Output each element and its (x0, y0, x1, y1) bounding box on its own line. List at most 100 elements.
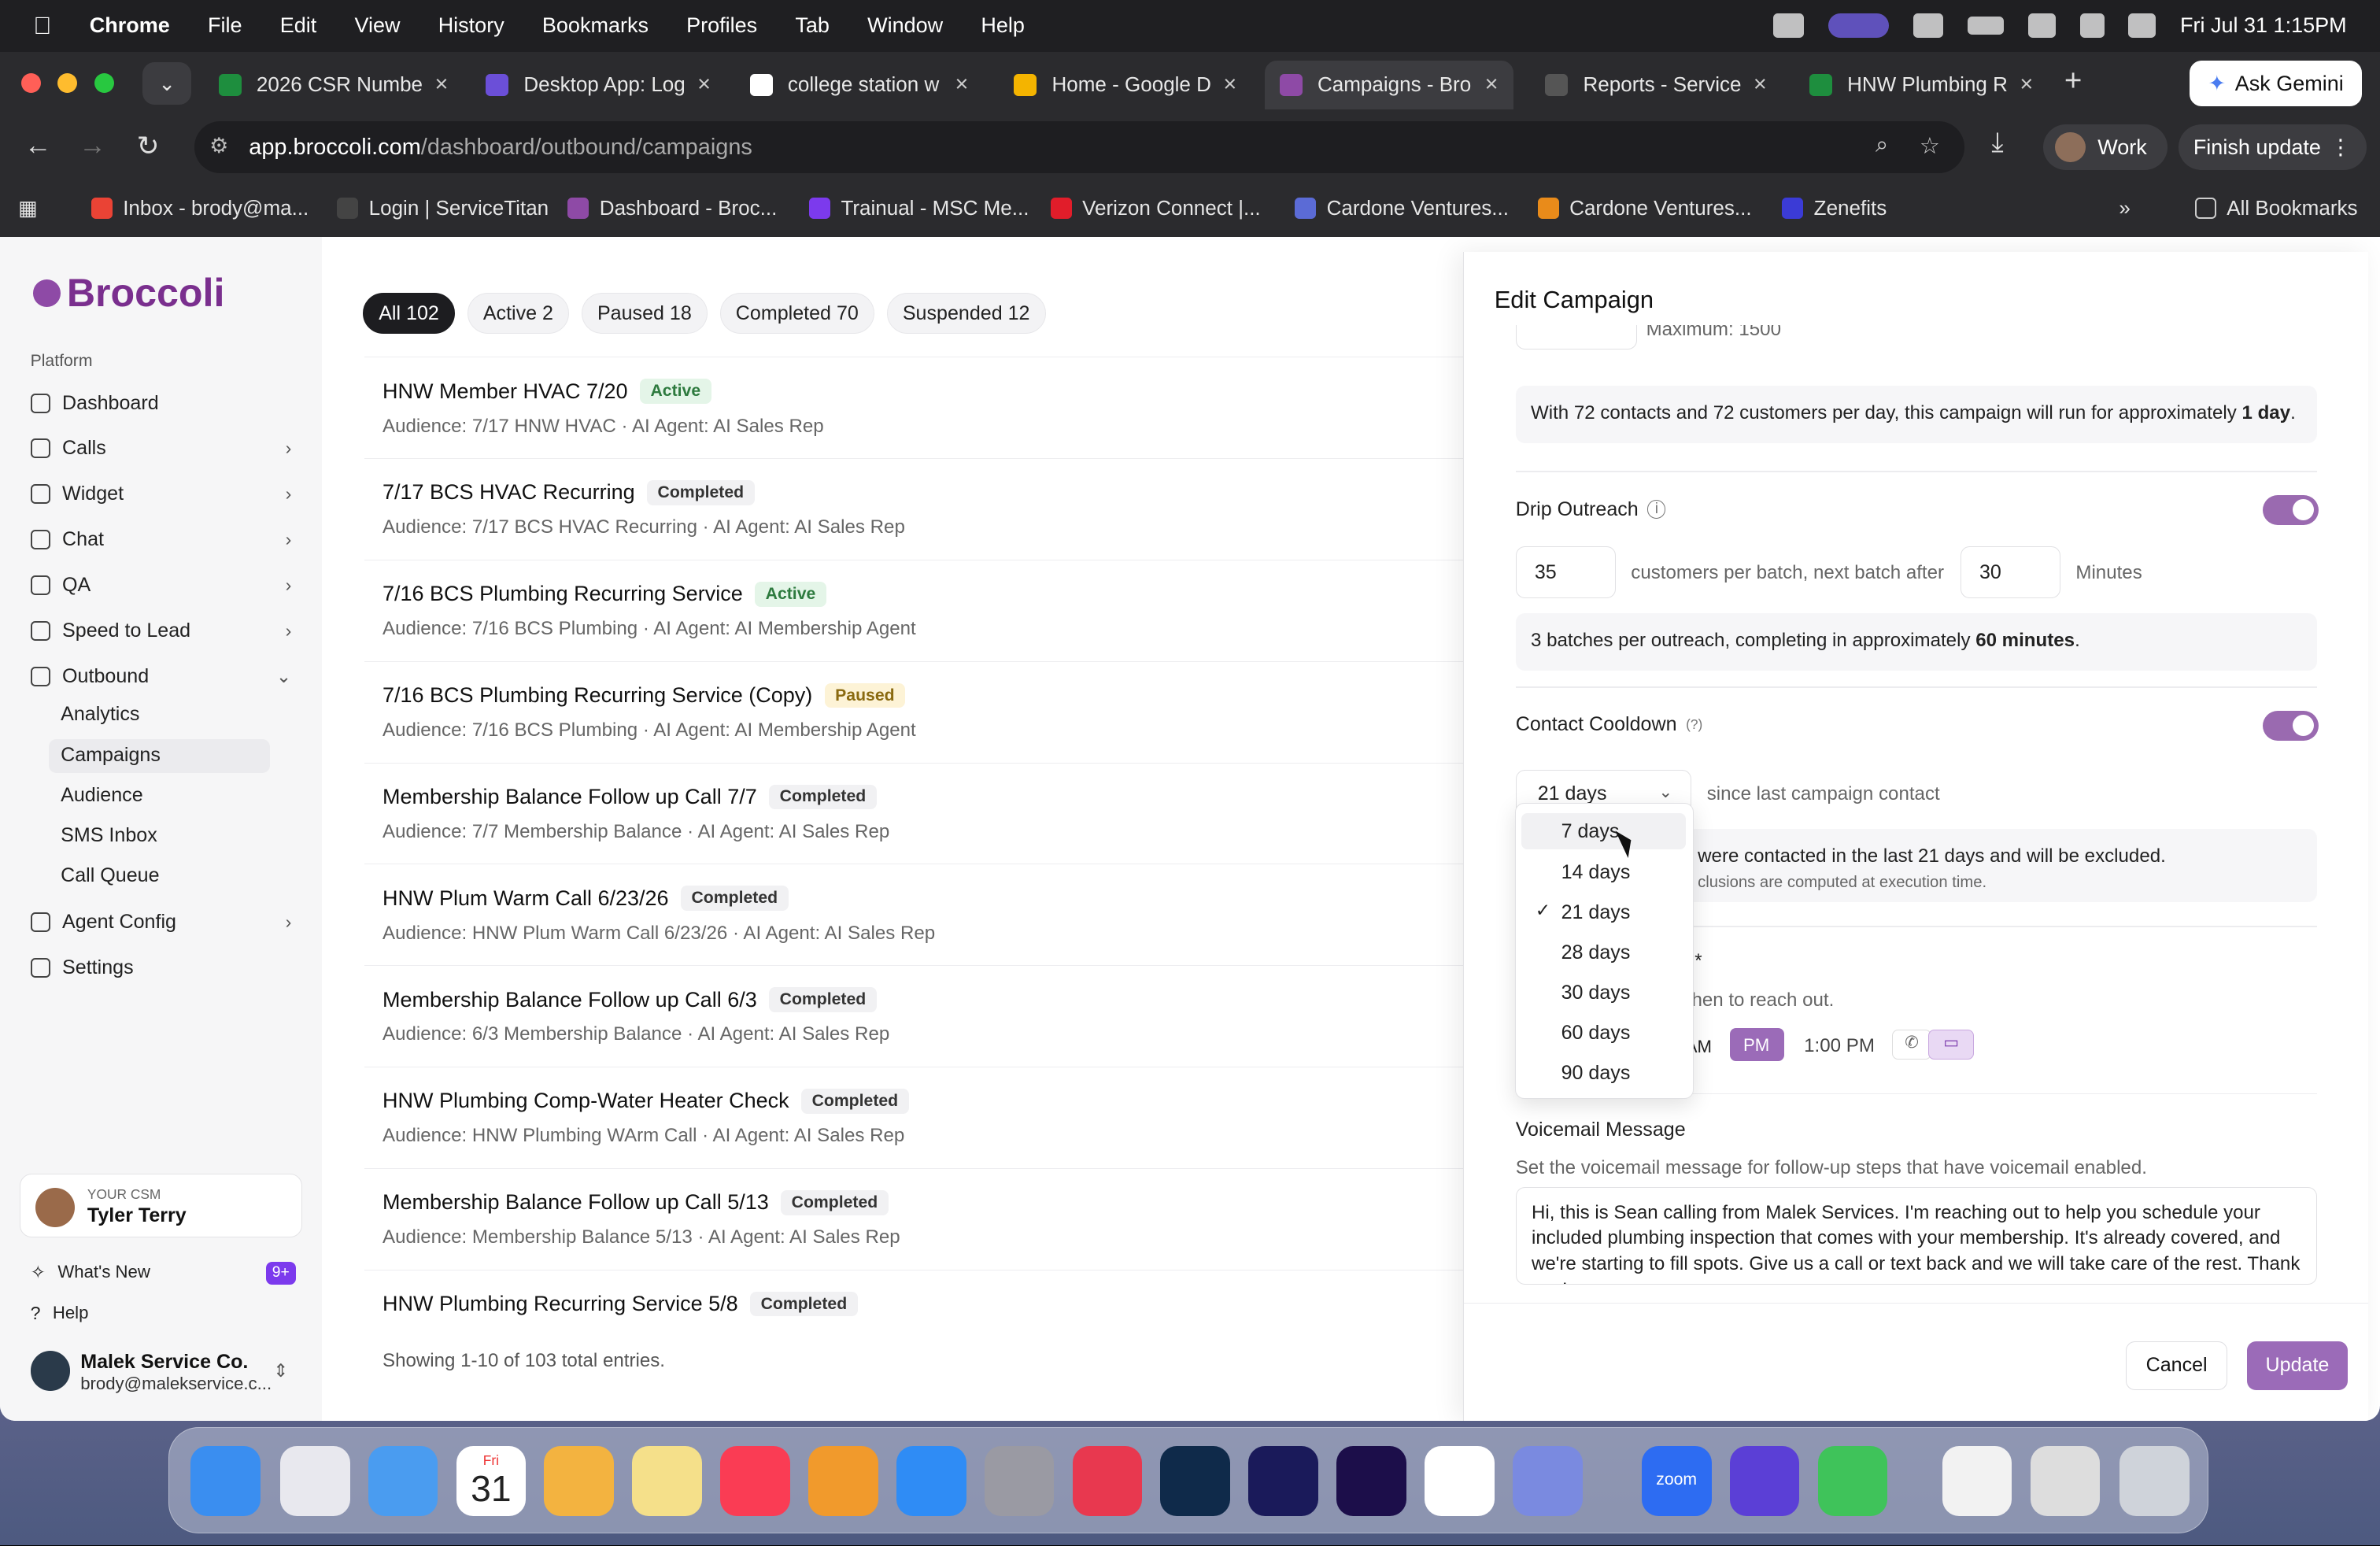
simulator-icon[interactable] (1512, 1446, 1583, 1516)
cooldown-option[interactable]: 90 days (1521, 1054, 1685, 1090)
search-icon[interactable] (2079, 13, 2105, 39)
menu-item-history[interactable]: History (438, 13, 504, 38)
system-settings-icon[interactable] (984, 1446, 1055, 1516)
tab-close-icon[interactable]: × (1211, 72, 1236, 98)
kebab-menu-icon[interactable]: ⋮ (2330, 135, 2351, 160)
tab-close-icon[interactable]: × (2008, 72, 2033, 98)
rush-icon[interactable] (1248, 1446, 1318, 1516)
bookmark-star-icon[interactable]: ☆ (1920, 132, 1940, 160)
launchpad-icon[interactable] (279, 1446, 350, 1516)
cooldown-help-icon[interactable]: (?) (1686, 716, 1702, 733)
ask-gemini-button[interactable]: ✦ Ask Gemini (2190, 61, 2362, 106)
bookmark-item[interactable]: Cardone Ventures... (1295, 196, 1509, 220)
sms-channel-icon[interactable]: ▭ (1928, 1029, 1975, 1060)
sidebar-subitem-analytics[interactable]: Analytics (61, 703, 139, 726)
photos-icon[interactable] (544, 1446, 615, 1516)
finder-icon[interactable] (190, 1446, 261, 1516)
profile-button[interactable]: Work (2042, 124, 2168, 170)
tab-search-chevron-icon[interactable]: ⌄ (142, 62, 191, 105)
mail-icon[interactable] (368, 1446, 438, 1516)
browser-tab[interactable]: HNW Plumbing R × (1794, 61, 2043, 109)
downloads-icon[interactable]: ⤓ (1991, 128, 2003, 158)
cooldown-option[interactable]: 7 days (1521, 812, 1686, 850)
update-button[interactable]: Update (2247, 1341, 2348, 1390)
sidebar-item-chat[interactable]: Chat › (30, 528, 291, 551)
menu-item-profiles[interactable]: Profiles (686, 13, 757, 38)
menu-item-bookmarks[interactable]: Bookmarks (542, 13, 649, 38)
campaign-row[interactable]: 7/17 BCS HVAC Recurring Completed Audience… (364, 458, 1488, 560)
filter-chip[interactable]: Suspended 12 (886, 293, 1046, 335)
menu-item-help[interactable]: Help (981, 13, 1025, 38)
minimize-window-icon[interactable] (57, 72, 78, 93)
filter-chip[interactable]: Active 2 (467, 293, 570, 335)
voicemail-textarea[interactable]: Hi, this is Sean calling from Malek Serv… (1515, 1187, 2318, 1285)
bookmark-item[interactable]: Verizon Connect |... (1050, 196, 1261, 220)
sidebar-item-settings[interactable]: Settings (30, 956, 292, 979)
menu-item-view[interactable]: View (354, 13, 400, 38)
tab-close-icon[interactable]: × (943, 72, 969, 98)
sidebar-item-widget[interactable]: Widget › (30, 483, 291, 505)
tab-close-icon[interactable]: × (423, 72, 448, 98)
browser-tab[interactable]: Reports - Service × (1530, 61, 1779, 109)
control-center-icon[interactable] (2128, 13, 2156, 39)
address-bar[interactable]: ⚙ app.broccoli.com/dashboard/outbound/ca… (194, 121, 1964, 173)
pm-toggle[interactable]: PM (1729, 1027, 1785, 1062)
chrome-icon[interactable] (1425, 1446, 1495, 1516)
grammarly-icon[interactable] (1773, 13, 1804, 39)
broccoli-logo[interactable]: Broccoli (33, 270, 224, 316)
battery-icon[interactable] (1968, 17, 2005, 35)
sidebar-item-dashboard[interactable]: Dashboard (30, 392, 292, 415)
back-icon[interactable]: ← (24, 131, 52, 161)
campaign-row[interactable]: Membership Balance Follow up Call 7/7 Com… (364, 762, 1488, 864)
zoom-icon[interactable]: zoom (1641, 1446, 1712, 1516)
apple-icon[interactable]:  (33, 12, 51, 40)
batch-size-input[interactable]: 35 (1515, 546, 1616, 598)
campaign-row[interactable]: HNW Plum Warm Call 6/23/26 Completed Audie… (364, 864, 1488, 965)
drip-outreach-toggle[interactable] (2262, 494, 2319, 526)
screen-share-icon[interactable] (1828, 13, 1889, 39)
app-store-icon[interactable] (896, 1446, 966, 1516)
sidebar-item-agent-config[interactable]: Agent Config › (30, 911, 291, 934)
sidebar-item-qa[interactable]: QA › (30, 574, 291, 597)
bookmark-item[interactable]: Zenefits (1782, 196, 1887, 220)
menu-item-edit[interactable]: Edit (280, 13, 317, 38)
cooldown-option[interactable]: ✓ 21 days (1521, 893, 1685, 930)
campaign-row[interactable]: HNW Member HVAC 7/20 Active Audience: 7/17… (364, 357, 1488, 458)
customers-per-day-input[interactable]: 72 (1515, 324, 1637, 350)
menubar-app-name[interactable]: Chrome (90, 13, 170, 38)
sidebar-item-calls[interactable]: Calls › (30, 437, 291, 460)
browser-tab[interactable]: Campaigns - Bro × (1264, 61, 1513, 109)
browser-tab[interactable]: college station w × (734, 61, 983, 109)
new-tab-icon[interactable]: + (2064, 64, 2082, 98)
reload-icon[interactable]: ↻ (137, 131, 160, 162)
bookmark-item[interactable]: Cardone Ventures... (1537, 196, 1752, 220)
tab-close-icon[interactable]: × (686, 72, 711, 98)
contact-cooldown-toggle[interactable] (2262, 710, 2319, 742)
premiere-icon[interactable] (1336, 1446, 1406, 1516)
campaign-row[interactable]: Membership Balance Follow up Call 6/3 Com… (364, 965, 1488, 1067)
chrome-window-icon[interactable] (2030, 1446, 2101, 1516)
menubar-datetime[interactable]: Fri Jul 31 1:15PM (2180, 13, 2347, 38)
bookmark-item[interactable]: Login | ServiceTitan (337, 196, 549, 220)
pages-icon[interactable] (808, 1446, 878, 1516)
phone-channel-icon[interactable]: ✆ (1892, 1029, 1932, 1060)
menu-item-tab[interactable]: Tab (795, 13, 830, 38)
notes-icon[interactable] (632, 1446, 702, 1516)
close-window-icon[interactable] (21, 72, 42, 93)
sidebar-subitem-audience[interactable]: Audience (61, 784, 143, 807)
calendar-icon[interactable]: Fri 31 (456, 1446, 527, 1516)
document-icon[interactable] (1942, 1446, 2012, 1516)
help-link[interactable]: ? Help (31, 1303, 292, 1324)
apps-grid-icon[interactable]: ▦ (18, 196, 38, 220)
zoom-icon[interactable]: ⌕ (1876, 132, 1888, 158)
creative-cloud-icon[interactable] (1072, 1446, 1143, 1516)
cooldown-option[interactable]: 60 days (1521, 1014, 1685, 1050)
csm-card[interactable]: YOUR CSM Tyler Terry (20, 1173, 302, 1237)
sidebar-subitem-sms-inbox[interactable]: SMS Inbox (61, 824, 157, 847)
maximize-window-icon[interactable] (94, 72, 114, 93)
finish-update-button[interactable]: Finish update ⋮ (2178, 124, 2367, 170)
phone-icon[interactable] (1817, 1446, 1888, 1516)
trash-icon[interactable] (2119, 1446, 2190, 1516)
whats-new-link[interactable]: ✧ What's New (31, 1262, 292, 1283)
campaign-row[interactable]: HNW Plumbing Comp-Water Heater Check Comp… (364, 1067, 1488, 1168)
